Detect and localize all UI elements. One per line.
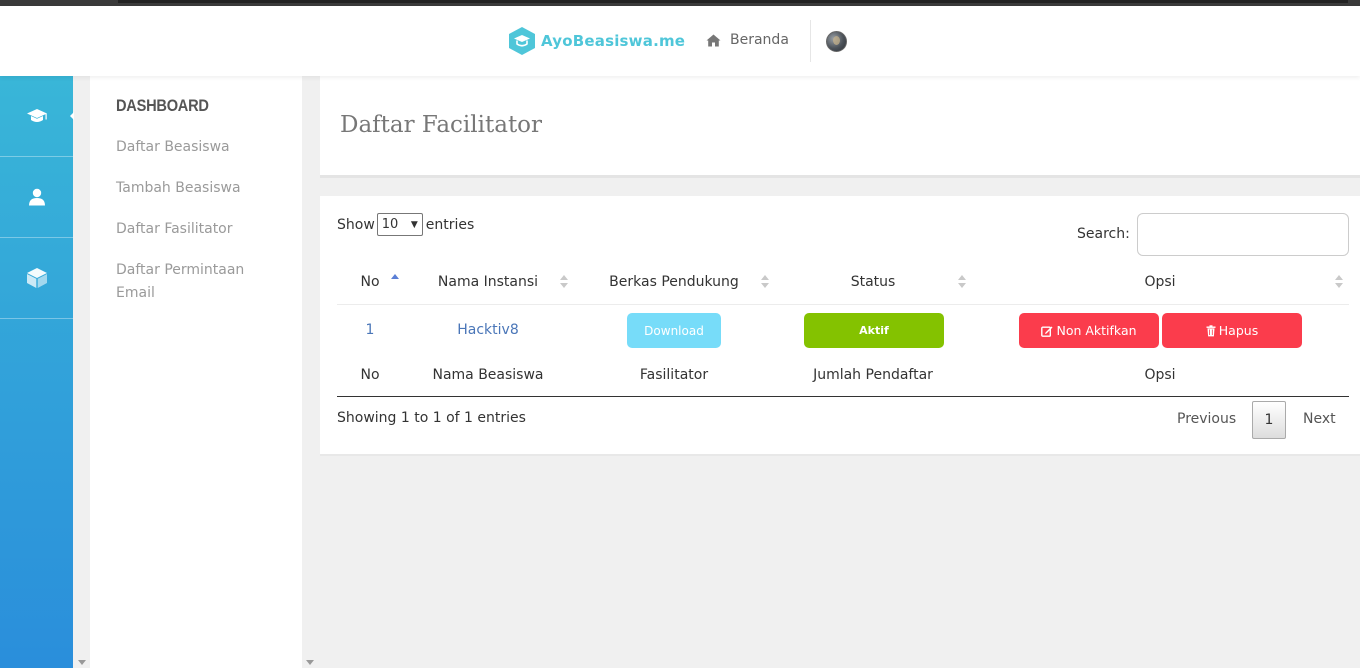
- row-no[interactable]: 1: [350, 322, 390, 338]
- iconbar-item-beasiswa[interactable]: [0, 76, 73, 157]
- sidebar-title: DASHBOARD: [116, 96, 209, 115]
- sort-icon[interactable]: [391, 274, 399, 288]
- page-header: Daftar Facilitator: [320, 76, 1360, 175]
- column-footer-no: No: [360, 367, 380, 383]
- column-header-opsi[interactable]: Opsi: [1110, 274, 1210, 290]
- header-separator: [320, 175, 1360, 178]
- home-icon: [706, 34, 721, 46]
- select-caret-icon: ▼: [410, 219, 418, 230]
- column-footer-jumlah-pendaftar: Jumlah Pendaftar: [813, 367, 933, 383]
- status-badge[interactable]: Aktif: [804, 313, 944, 348]
- entries-label: entries: [425, 216, 475, 233]
- sort-icon[interactable]: [958, 275, 966, 289]
- pagination-page-1[interactable]: 1: [1252, 401, 1286, 439]
- brand-name: AyoBeasiswa.me: [541, 32, 686, 50]
- sidebar-submenu: DASHBOARD Daftar Beasiswa Tambah Beasisw…: [90, 76, 302, 668]
- pagination-previous[interactable]: Previous: [1177, 411, 1236, 427]
- download-button[interactable]: Download: [627, 313, 721, 348]
- deactivate-button[interactable]: Non Aktifkan: [1019, 313, 1159, 348]
- delete-label: Hapus: [1218, 323, 1259, 338]
- delete-button[interactable]: Hapus: [1162, 313, 1302, 348]
- table-info: Showing 1 to 1 of 1 entries: [337, 410, 526, 426]
- show-label: Show: [337, 216, 375, 233]
- edit-icon: [1041, 326, 1053, 337]
- column-footer-nama-beasiswa: Nama Beasiswa: [432, 367, 544, 383]
- cube-icon: [26, 268, 47, 288]
- search-input[interactable]: [1137, 213, 1349, 256]
- sidebar-item-daftar-fasilitator[interactable]: Daftar Fasilitator: [116, 218, 286, 241]
- facilitator-table-card: Show 10 ▼ entries Search: No Nama Instan…: [320, 196, 1360, 456]
- column-header-no[interactable]: No: [350, 274, 390, 290]
- column-header-berkas-pendukung[interactable]: Berkas Pendukung: [599, 274, 749, 290]
- sort-icon[interactable]: [761, 275, 769, 289]
- column-footer-fasilitator: Fasilitator: [639, 367, 709, 383]
- trash-icon: [1206, 324, 1216, 336]
- deactivate-label: Non Aktifkan: [1056, 323, 1137, 338]
- icon-sidebar: [0, 76, 74, 668]
- page-title: Daftar Facilitator: [340, 112, 543, 138]
- graduation-cap-icon: [26, 109, 47, 122]
- header-row-border: [337, 304, 1349, 305]
- row-nama-instansi[interactable]: Hacktiv8: [418, 322, 558, 338]
- browser-tab-bar: [118, 0, 1348, 3]
- iconbar-item-user[interactable]: [0, 157, 73, 238]
- top-navbar: AyoBeasiswa.me Beranda: [0, 6, 1360, 76]
- footer-row-border: [337, 396, 1349, 397]
- brand-hexagon-icon: [509, 27, 535, 55]
- user-avatar[interactable]: [826, 31, 847, 52]
- column-footer-opsi: Opsi: [1144, 367, 1176, 383]
- brand-logo[interactable]: AyoBeasiswa.me: [508, 26, 685, 56]
- nav-home-link[interactable]: Beranda: [706, 32, 789, 48]
- column-header-status[interactable]: Status: [813, 274, 933, 290]
- sidebar-item-tambah-beasiswa[interactable]: Tambah Beasiswa: [116, 177, 286, 200]
- scroll-down-arrow-icon[interactable]: [78, 660, 86, 665]
- sidebar-item-daftar-beasiswa[interactable]: Daftar Beasiswa: [116, 136, 286, 159]
- entries-length-select[interactable]: 10 ▼: [376, 213, 423, 236]
- entries-length-value: 10: [381, 217, 399, 232]
- nav-home-label: Beranda: [730, 32, 789, 48]
- scroll-down-arrow-icon[interactable]: [306, 660, 314, 665]
- column-header-nama-instansi[interactable]: Nama Instansi: [418, 274, 558, 290]
- show-entries: Show 10 ▼ entries: [337, 213, 474, 236]
- search-label: Search:: [1077, 226, 1130, 242]
- iconbar-item-cube[interactable]: [0, 238, 73, 319]
- sort-icon[interactable]: [560, 275, 568, 289]
- user-icon: [28, 188, 45, 206]
- sidebar-item-daftar-permintaan-email[interactable]: Daftar Permintaan Email: [116, 259, 266, 305]
- collapse-arrow-icon[interactable]: [70, 112, 74, 120]
- pagination-next[interactable]: Next: [1303, 411, 1336, 427]
- sort-icon[interactable]: [1335, 275, 1343, 289]
- nav-divider: [810, 20, 811, 62]
